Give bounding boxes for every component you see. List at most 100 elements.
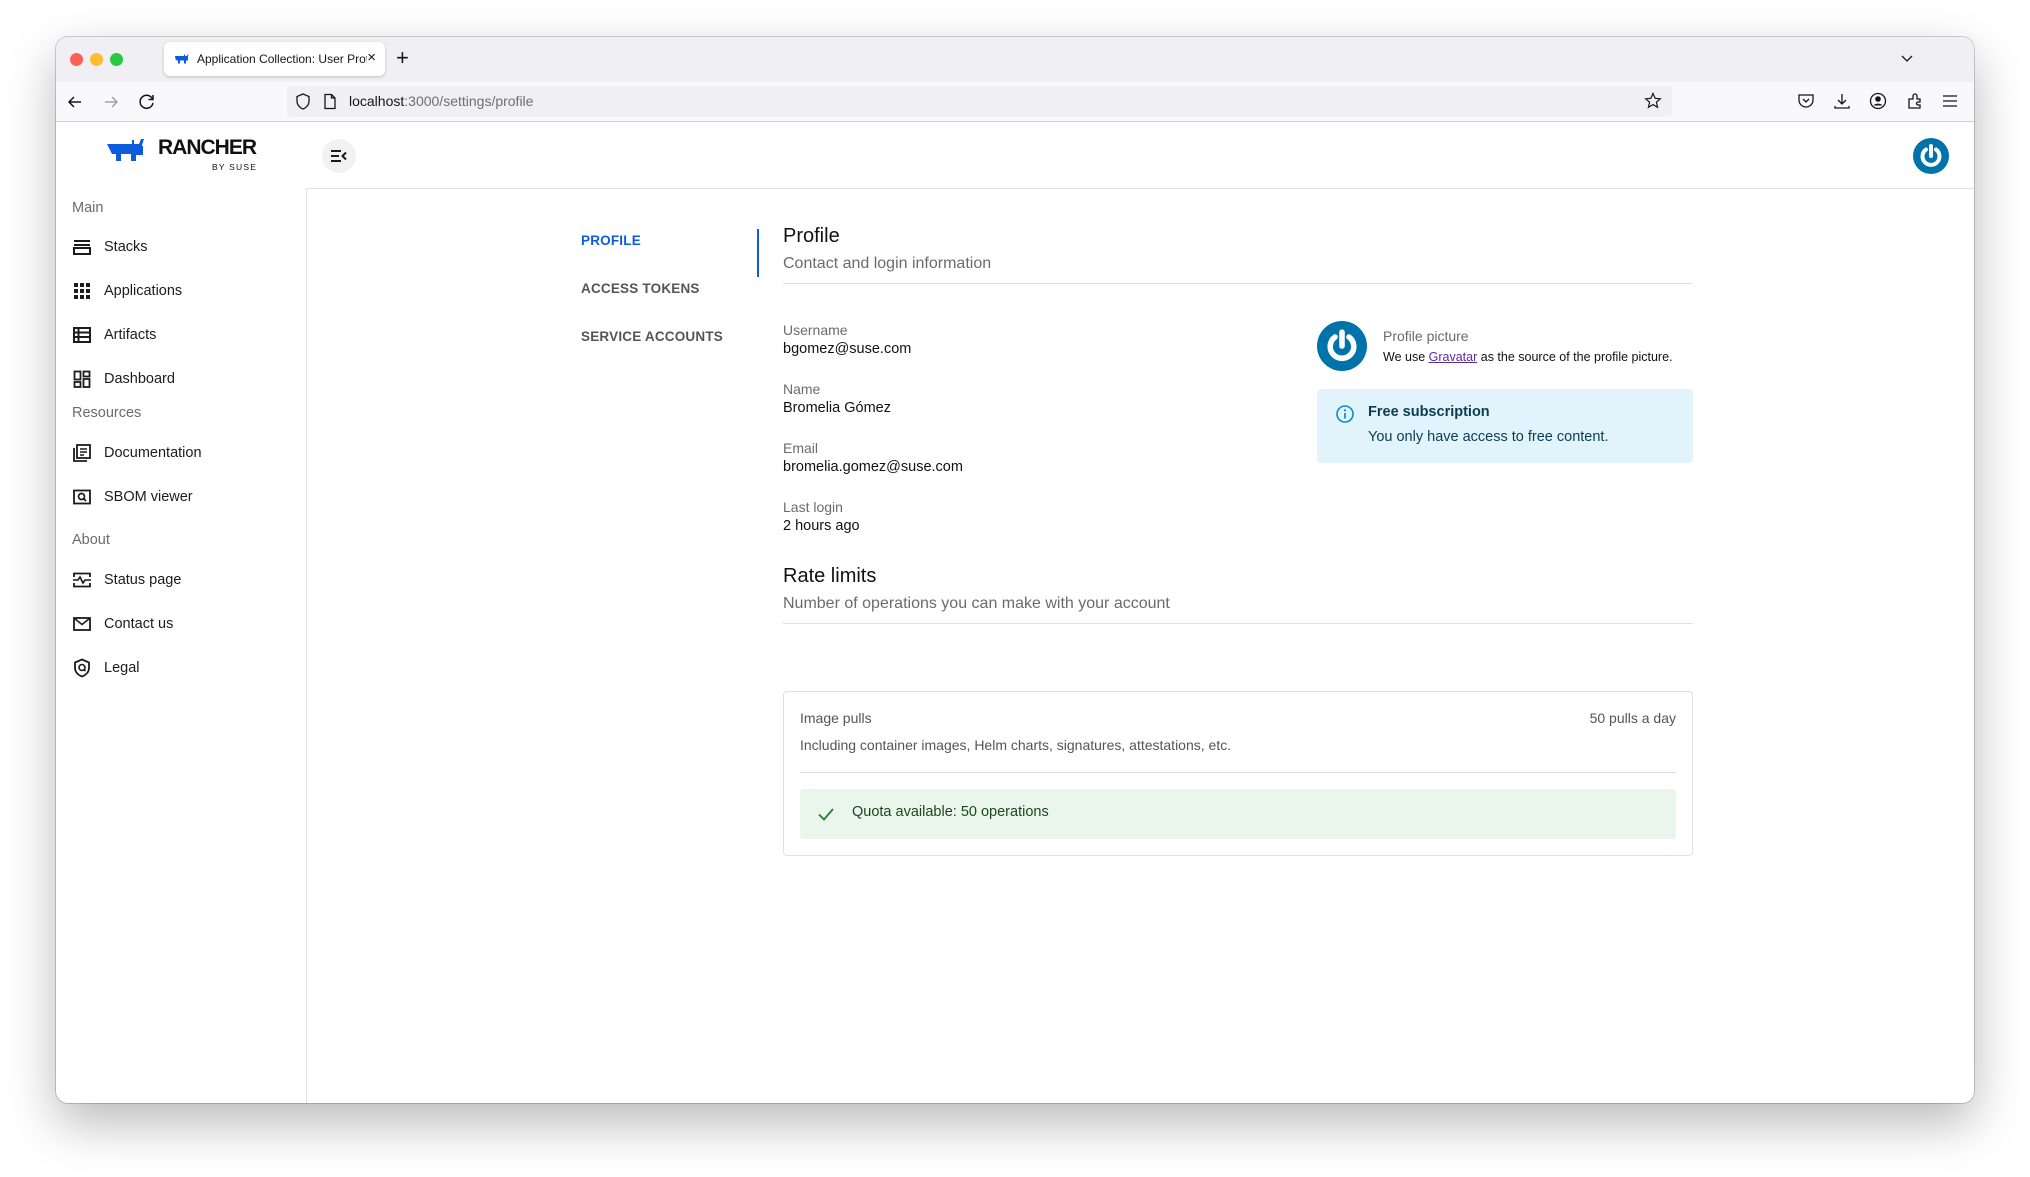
profile-picture-title: Profile picture	[1383, 328, 1469, 344]
stacks-icon	[73, 240, 91, 255]
sidebar-item-label: Dashboard	[104, 371, 175, 387]
applications-grid-icon	[74, 283, 90, 299]
app-menu-icon[interactable]	[1940, 91, 1960, 111]
forward-icon[interactable]	[100, 91, 122, 113]
field-label: Email	[783, 440, 819, 456]
field-value: Bromelia Gómez	[783, 400, 891, 416]
collapse-sidebar-button[interactable]	[322, 139, 356, 173]
sidebar-section-resources: Resources	[72, 405, 142, 421]
sidebar-item-label: Status page	[104, 572, 182, 588]
account-icon[interactable]	[1868, 91, 1888, 111]
rancher-favicon-icon	[175, 54, 189, 64]
gravatar-link[interactable]: Gravatar	[1429, 350, 1478, 364]
status-pulse-icon	[73, 572, 91, 588]
minimize-window-button[interactable]	[90, 53, 103, 66]
pocket-icon[interactable]	[1796, 91, 1816, 111]
sidebar-item-label: Applications	[104, 283, 183, 299]
sidebar-item-documentation[interactable]: Documentation	[72, 439, 292, 467]
sidebar-item-artifacts[interactable]: Artifacts	[72, 321, 292, 349]
field-email: Email bromelia.gomez@suse.com	[783, 440, 963, 475]
sidebar-section-about: About	[72, 532, 110, 548]
close-tab-icon[interactable]: ×	[367, 49, 376, 66]
browser-tab[interactable]: Application Collection: User Profile ×	[164, 42, 385, 76]
rate-limit-name: Image pulls	[800, 710, 872, 726]
subscription-text: You only have access to free content.	[1368, 429, 1609, 445]
sidebar-item-label: Contact us	[104, 616, 174, 632]
browser-window: Application Collection: User Profile × +…	[56, 37, 1974, 1103]
user-avatar[interactable]	[1913, 138, 1949, 174]
field-name: Name Bromelia Gómez	[783, 381, 891, 416]
main-panel: PROFILE ACCESS TOKENS SERVICE ACCOUNTS P…	[306, 188, 1974, 1103]
url-text[interactable]: localhost:3000/settings/profile	[349, 93, 533, 109]
maximize-window-button[interactable]	[110, 53, 123, 66]
url-path: :3000/settings/profile	[404, 93, 534, 109]
sidebar-item-contact-us[interactable]: Contact us	[72, 610, 292, 638]
field-last-login: Last login 2 hours ago	[783, 499, 860, 534]
extensions-icon[interactable]	[1905, 91, 1925, 111]
reload-icon[interactable]	[136, 91, 158, 113]
profile-divider	[783, 283, 1693, 284]
subscription-title: Free subscription	[1368, 404, 1490, 420]
profile-title: Profile	[783, 225, 840, 247]
desc-text: We use	[1383, 350, 1429, 364]
url-bar[interactable]: localhost:3000/settings/profile	[287, 86, 1672, 117]
sidebar-item-dashboard[interactable]: Dashboard	[72, 365, 292, 393]
logo-text: RANCHER	[158, 136, 257, 159]
field-label: Name	[783, 381, 821, 397]
sidebar-item-label: Legal	[104, 660, 140, 676]
rate-limits-divider	[783, 623, 1693, 624]
quota-text: Quota available: 50 operations	[852, 804, 1049, 820]
rancher-logo[interactable]: RANCHER BY SUSE	[106, 135, 266, 175]
field-label: Username	[783, 322, 848, 338]
profile-content: Profile Contact and login information Us…	[783, 225, 1693, 856]
quota-status: Quota available: 50 operations	[800, 789, 1676, 839]
sidebar-item-applications[interactable]: Applications	[72, 277, 292, 305]
rate-limits-header: Rate limits Number of operations you can…	[783, 565, 1693, 624]
profile-picture-description: We use Gravatar as the source of the pro…	[1383, 350, 1673, 364]
chevron-down-icon[interactable]	[1896, 47, 1918, 69]
settings-nav-service-accounts[interactable]: SERVICE ACCOUNTS	[581, 329, 723, 344]
bookmark-star-icon[interactable]	[1644, 92, 1662, 110]
info-icon	[1336, 405, 1354, 423]
back-icon[interactable]	[64, 91, 86, 113]
rate-limit-value: 50 pulls a day	[1589, 710, 1676, 726]
card-divider	[800, 772, 1676, 773]
app-root: RANCHER BY SUSE Main Stacks Applications…	[56, 123, 1974, 1103]
logo-subtext: BY SUSE	[212, 162, 258, 172]
active-nav-indicator	[757, 229, 759, 277]
download-icon[interactable]	[1832, 91, 1852, 111]
new-tab-button[interactable]: +	[396, 45, 409, 71]
field-value: 2 hours ago	[783, 518, 860, 534]
tab-title: Application Collection: User Profile	[197, 52, 367, 66]
sidebar-item-label: Artifacts	[104, 327, 157, 343]
sbom-viewer-icon	[73, 489, 91, 505]
rate-limit-description: Including container images, Helm charts,…	[800, 737, 1232, 753]
tracking-shield-icon[interactable]	[295, 93, 311, 110]
collapse-menu-icon	[331, 150, 347, 162]
browser-toolbar: localhost:3000/settings/profile	[56, 82, 1974, 122]
check-icon	[818, 808, 834, 821]
field-value: bromelia.gomez@suse.com	[783, 459, 963, 475]
sidebar-item-label: Stacks	[104, 239, 148, 255]
subscription-notice: Free subscription You only have access t…	[1317, 389, 1693, 463]
tab-strip: Application Collection: User Profile × +	[56, 37, 1974, 82]
sidebar-item-label: SBOM viewer	[104, 489, 193, 505]
page-info-icon[interactable]	[323, 93, 337, 110]
close-window-button[interactable]	[70, 53, 83, 66]
settings-nav-access-tokens[interactable]: ACCESS TOKENS	[581, 281, 700, 296]
field-label: Last login	[783, 499, 843, 515]
profile-subtitle: Contact and login information	[783, 255, 992, 272]
sidebar-item-stacks[interactable]: Stacks	[72, 233, 292, 261]
documentation-icon	[73, 444, 91, 462]
sidebar-item-legal[interactable]: Legal	[72, 654, 292, 682]
rancher-logo-icon	[107, 139, 144, 161]
sidebar-item-status-page[interactable]: Status page	[72, 566, 292, 594]
shield-icon	[74, 658, 90, 678]
dashboard-icon	[73, 370, 91, 388]
settings-nav-profile[interactable]: PROFILE	[581, 233, 641, 248]
rate-limits-subtitle: Number of operations you can make with y…	[783, 595, 1170, 612]
sidebar-item-sbom-viewer[interactable]: SBOM viewer	[72, 483, 292, 511]
sidebar-section-main: Main	[72, 200, 104, 216]
rate-limits-title: Rate limits	[783, 565, 877, 587]
desc-text: as the source of the profile picture.	[1477, 350, 1673, 364]
